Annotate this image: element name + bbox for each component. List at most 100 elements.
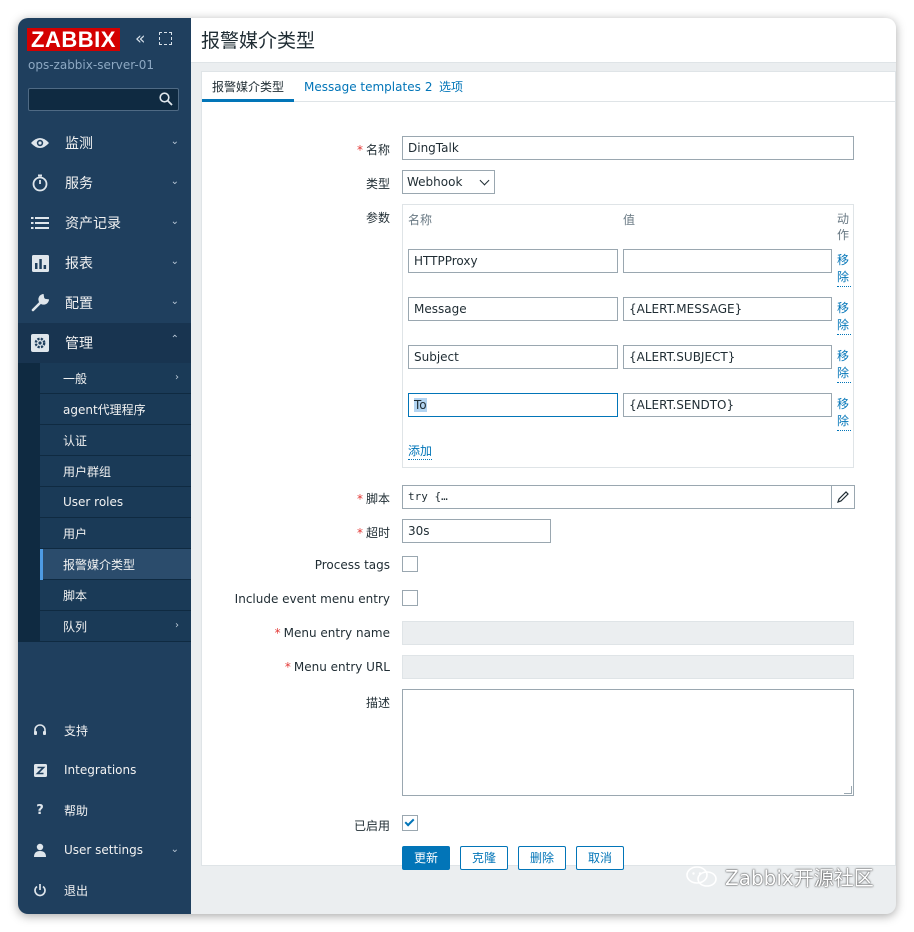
collapse-sidebar-icon[interactable]: « [135,30,145,48]
menu-item-user-settings[interactable]: User settings ⌄ [18,830,191,870]
tab-count: 2 [424,80,433,94]
zabbix-logo[interactable]: ZABBIX [27,28,120,51]
label-text: 名称 [365,143,390,157]
tab-message-templates[interactable]: Message templates 2 [304,72,432,102]
submenu-item-user-roles[interactable]: User roles [40,487,191,518]
menu-entry-name-label: * Menu entry name [275,626,390,640]
menu-item-help[interactable]: ? 帮助 [18,790,191,830]
param-remove-link[interactable]: 移除 [837,348,851,383]
param-name-input[interactable]: To [408,393,618,417]
bottom-menu: 支持 Integrations ? 帮助 User settings ⌄ 退出 [18,710,191,910]
param-name-input[interactable]: Message [408,297,618,321]
submenu-item-label: User roles [63,495,124,509]
chevron-up-icon: ⌃ [170,334,179,345]
pencil-icon[interactable] [831,486,854,508]
chevron-right-icon: › [175,372,179,383]
sidebar-search-input[interactable] [28,88,179,111]
label-text: 超时 [365,526,390,540]
required-asterisk: * [356,526,363,540]
menu-item-configuration[interactable]: 配置 ⌄ [18,283,191,323]
remove-text: 移除 [837,252,851,287]
menu-item-label: 配置 [65,296,93,312]
menu-item-label: 资产记录 [65,216,121,232]
submenu-item-label: 脚本 [63,588,88,603]
script-preview: try {… [408,490,448,503]
menu-item-sign-out[interactable]: 退出 [18,870,191,910]
required-asterisk: * [274,626,281,640]
tab-media-type[interactable]: 报警媒介类型 [202,72,295,102]
headset-icon [32,722,48,738]
power-icon [32,882,48,898]
tab-bar: 报警媒介类型 Message templates 2 选项 [202,72,896,102]
kiosk-mode-icon[interactable] [159,32,172,45]
enabled-checkbox[interactable] [402,815,418,831]
submenu-item-proxies[interactable]: agent代理程序 [40,394,191,425]
param-remove-link[interactable]: 移除 [837,396,851,431]
administration-submenu: 一般 › agent代理程序 认证 用户群组 User roles 用户 报警媒… [18,363,191,642]
submenu-item-users[interactable]: 用户 [40,518,191,549]
timeout-input[interactable]: 30s [402,519,551,543]
process-tags-label: Process tags [314,558,390,572]
menu-entry-url-input [402,655,854,679]
menu-item-label: 退出 [64,883,89,898]
param-remove-link[interactable]: 移除 [837,252,851,287]
media-type-form: 报警媒介类型 Message templates 2 选项 * 名称 DingTal… [201,71,896,870]
submenu-item-user-groups[interactable]: 用户群组 [40,456,191,487]
submenu-item-queue[interactable]: 队列 › [40,611,191,642]
chevron-down-icon: ⌄ [170,176,179,187]
cancel-button[interactable]: 取消 [576,846,624,870]
chevron-right-icon: › [175,620,179,631]
submenu-item-label: 用户 [63,526,88,541]
app-window: ZABBIX « ops-zabbix-server-01 监测 ⌄ 服务 ⌄ [18,18,896,914]
chevron-down-icon: ⌄ [170,216,179,227]
param-remove-link[interactable]: 移除 [837,300,851,335]
param-value-input[interactable]: {ALERT.MESSAGE} [623,297,832,321]
delete-button[interactable]: 删除 [518,846,566,870]
param-name-input[interactable]: HTTPProxy [408,249,618,273]
resize-handle-icon[interactable] [844,786,852,794]
include-menu-checkbox[interactable] [402,590,418,606]
update-button[interactable]: 更新 [402,846,450,870]
param-value-input[interactable]: {ALERT.SENDTO} [623,393,832,417]
process-tags-checkbox[interactable] [402,556,418,572]
submenu-item-label: 用户群组 [63,464,112,479]
menu-item-integrations[interactable]: Integrations [18,750,191,790]
menu-item-support[interactable]: 支持 [18,710,191,750]
clone-button[interactable]: 克隆 [460,846,508,870]
submenu-item-label: 一般 [63,371,88,386]
menu-item-monitoring[interactable]: 监测 ⌄ [18,123,191,163]
description-textarea[interactable] [402,689,854,796]
submenu-item-label: 报警媒介类型 [63,557,136,572]
param-value-input[interactable]: {ALERT.SUBJECT} [623,345,832,369]
params-label: 参数 [365,211,390,225]
menu-item-services[interactable]: 服务 ⌄ [18,163,191,203]
submenu-item-general[interactable]: 一般 › [40,363,191,394]
menu-item-administration[interactable]: 管理 ⌃ [18,323,191,363]
wechat-icon [686,865,717,887]
submenu-item-media-types[interactable]: 报警媒介类型 [40,549,191,580]
search-icon[interactable] [159,92,173,106]
submenu-item-authentication[interactable]: 认证 [40,425,191,456]
submenu-item-scripts[interactable]: 脚本 [40,580,191,611]
remove-text: 移除 [837,300,851,335]
script-input[interactable]: try {… [402,485,855,509]
label-text: Menu entry URL [293,660,390,674]
param-name-input[interactable]: Subject [408,345,618,369]
tab-options[interactable]: 选项 [439,72,463,102]
enabled-label: 已启用 [353,819,390,833]
name-input[interactable]: DingTalk [402,136,854,160]
stopwatch-icon [30,173,50,193]
param-value-input[interactable] [623,249,832,273]
tab-label: 选项 [439,80,464,94]
menu-item-label: 支持 [64,723,89,738]
menu-item-reports[interactable]: 报表 ⌄ [18,243,191,283]
submenu-item-label: 认证 [63,433,88,448]
description-label: 描述 [365,696,390,710]
type-select[interactable]: Webhook [402,170,495,194]
tab-label: 报警媒介类型 [212,80,285,94]
menu-item-inventory[interactable]: 资产记录 ⌄ [18,203,191,243]
label-text: 脚本 [365,492,390,506]
add-param-link[interactable]: 添加 [408,442,433,460]
menu-item-label: 帮助 [64,803,89,818]
watermark: Zabbix开源社区 [685,862,874,891]
